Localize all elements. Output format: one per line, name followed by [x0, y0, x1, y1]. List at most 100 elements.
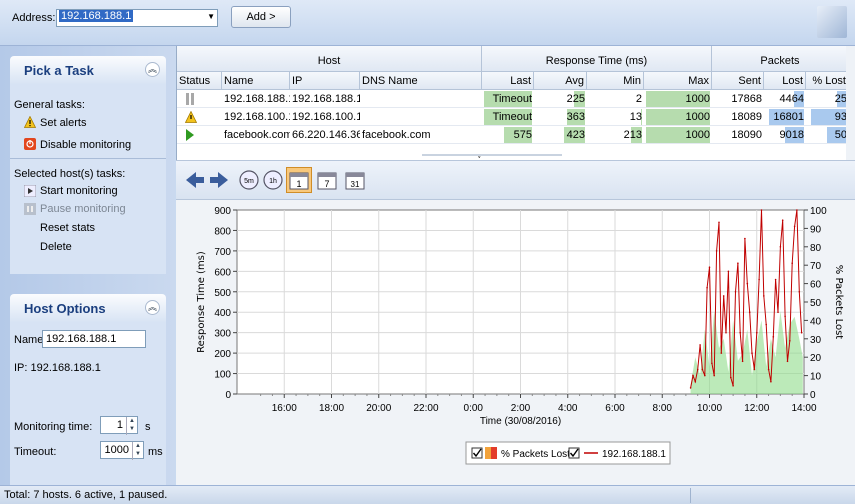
table-row[interactable]: facebook.com 66.220.146.36 facebook.com 575… [177, 126, 847, 144]
table-row[interactable]: 192.168.188.1 192.168.188.1 Timeout 225 2 100… [177, 90, 847, 108]
data-point [784, 315, 786, 318]
max-cell: 1000 [685, 111, 710, 123]
dns-cell [360, 108, 482, 126]
data-point [708, 266, 711, 268]
data-point [800, 331, 803, 334]
grid-scrollbar[interactable] [846, 46, 855, 160]
data-point [760, 209, 763, 211]
data-point [767, 368, 770, 371]
start-monitoring-link[interactable]: Start monitoring [40, 185, 118, 197]
x-tick-label: 8:00 [653, 403, 673, 414]
data-point [793, 225, 796, 228]
disable-monitoring-link[interactable]: Disable monitoring [40, 139, 131, 151]
graph-toolbar: 5m 1h 1 7 31 [176, 160, 855, 200]
data-point [732, 385, 734, 387]
address-combobox[interactable]: 192.168.188.1 ▼ [56, 9, 218, 27]
data-point [696, 368, 699, 371]
milliseconds-unit: ms [148, 446, 163, 458]
pause-monitoring-link: Pause monitoring [40, 203, 126, 215]
y-tick-label: 500 [214, 288, 231, 299]
y2-tick-label: 70 [810, 261, 822, 272]
monitoring-time-input[interactable]: 1 ▲ ▼ [100, 416, 138, 435]
min-column-header[interactable]: Min [587, 72, 644, 90]
host-options-panel: Name: 192.168.188.1 IP: 192.168.188.1 Mo… [10, 322, 166, 485]
pick-task-panel: General tasks: Set alerts Disable monito… [10, 84, 166, 274]
collapse-chevron-icon[interactable]: ︽ [145, 62, 160, 77]
forward-arrow-icon[interactable] [208, 169, 230, 191]
data-point [715, 250, 718, 252]
min-cell: 213 [623, 129, 642, 141]
y2-tick-label: 50 [810, 298, 822, 309]
task-pane: Pick a Task ︽ General tasks: Set alerts … [0, 46, 175, 485]
pause-icon [24, 203, 36, 215]
warning-status-icon [183, 108, 203, 126]
data-point [713, 374, 715, 377]
add-host-button[interactable]: Add > [231, 6, 291, 28]
host-name-input[interactable]: 192.168.188.1 [42, 330, 146, 348]
lost-cell: 9018 [779, 129, 804, 141]
svg-text:31: 31 [351, 180, 360, 189]
timeout-value[interactable]: 1000 [105, 444, 129, 456]
1-day-calendar-icon[interactable]: 1 [288, 169, 310, 191]
7-days-calendar-icon[interactable]: 7 [316, 169, 338, 191]
collapse-chevron-icon[interactable]: ︽ [145, 300, 160, 315]
1-hour-clock-icon[interactable]: 1h [262, 169, 284, 191]
x-tick-label: 22:00 [413, 403, 438, 414]
timeout-input[interactable]: 1000 ▲ ▼ [100, 441, 144, 460]
31-days-calendar-icon[interactable]: 31 [344, 169, 366, 191]
pct-lost-column-header[interactable]: % Lost [806, 72, 849, 90]
avg-column-header[interactable]: Avg [534, 72, 587, 90]
data-point [741, 360, 744, 363]
response-time-chart-area: 0 100 200 300 400 500 600 700 800 900 0 10 20 30 40 50 6… [176, 200, 855, 485]
back-arrow-icon[interactable] [184, 169, 206, 191]
splitter-handle[interactable] [422, 154, 562, 156]
status-column-header[interactable]: Status [177, 72, 222, 90]
delete-link[interactable]: Delete [40, 241, 72, 253]
host-options-header[interactable]: Host Options ︽ [10, 294, 166, 322]
data-point [722, 295, 725, 297]
dns-column-header[interactable]: DNS Name [360, 72, 482, 90]
5-minutes-clock-icon[interactable]: 5m [238, 169, 260, 191]
sent-column-header[interactable]: Sent [712, 72, 764, 90]
table-row[interactable]: 192.168.100.1 192.168.100.1 Timeout 363 13 10… [177, 108, 847, 126]
legend-swatch-area [491, 447, 497, 459]
app-logo-icon [817, 6, 847, 38]
general-tasks-label: General tasks: [14, 99, 85, 111]
reset-stats-link[interactable]: Reset stats [40, 222, 95, 234]
last-cell: 575 [513, 129, 532, 141]
y2-tick-label: 80 [810, 243, 822, 254]
last-column-header[interactable]: Last [482, 72, 534, 90]
spinner-arrows-icon[interactable]: ▲ ▼ [132, 442, 143, 460]
spinner-arrows-icon[interactable]: ▲ ▼ [126, 417, 137, 435]
y2-tick-label: 10 [810, 372, 822, 383]
data-point [756, 331, 758, 334]
data-point [704, 374, 706, 377]
y2-axis-label: % Packets Lost [833, 265, 844, 340]
dropdown-arrow-icon[interactable]: ▼ [207, 12, 215, 21]
set-alerts-link[interactable]: Set alerts [40, 117, 86, 129]
avg-cell: 423 [566, 129, 585, 141]
y2-tick-label: 90 [810, 224, 822, 235]
monitoring-time-value[interactable]: 1 [117, 419, 123, 431]
pick-task-header[interactable]: Pick a Task ︽ [10, 56, 166, 84]
lost-column-header[interactable]: Lost [764, 72, 806, 90]
paused-status-icon [183, 90, 203, 108]
name-column-header[interactable]: Name [222, 72, 290, 90]
data-point [770, 380, 772, 383]
x-tick-label: 12:00 [744, 403, 769, 414]
data-point [718, 221, 720, 224]
hosts-grid[interactable]: Host Response Time (ms) Packets Status N… [176, 46, 855, 161]
max-cell: 1000 [685, 93, 710, 105]
data-point [779, 246, 782, 248]
x-tick-label: 4:00 [558, 403, 578, 414]
max-column-header[interactable]: Max [644, 72, 712, 90]
address-value[interactable]: 192.168.188.1 [59, 10, 134, 22]
sent-cell: 18090 [731, 129, 762, 141]
ip-column-header[interactable]: IP [290, 72, 360, 90]
avg-cell: 363 [566, 111, 585, 123]
response-time-group-header: Response Time (ms) [482, 46, 712, 72]
name-cell: facebook.com [224, 129, 290, 141]
y-tick-label: 800 [214, 226, 231, 237]
x-tick-label: 20:00 [366, 403, 391, 414]
y2-tick-label: 0 [810, 390, 816, 401]
